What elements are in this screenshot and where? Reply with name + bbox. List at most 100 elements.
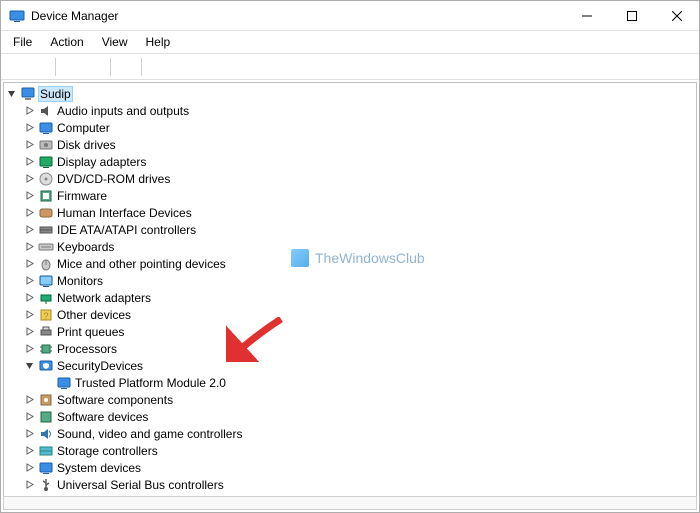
tree-node-label: Human Interface Devices [57, 206, 192, 220]
twisty-collapsed[interactable] [24, 445, 35, 456]
tree-node-label: Universal Serial Bus controllers [57, 478, 224, 492]
tree-node-label: SecurityDevices [57, 359, 143, 373]
tree-node[interactable]: Audio inputs and outputs [24, 102, 694, 119]
tree-node[interactable]: Software components [24, 391, 694, 408]
twisty-expanded[interactable] [6, 88, 17, 99]
toolbar-back[interactable] [5, 56, 27, 78]
twisty-collapsed[interactable] [24, 309, 35, 320]
other-icon: ? [38, 307, 54, 323]
toolbar-show-hide-tree[interactable] [60, 56, 82, 78]
ide-icon [38, 222, 54, 238]
tree-node-label: Storage controllers [57, 444, 158, 458]
menu-action[interactable]: Action [42, 33, 91, 51]
statusbar [3, 496, 697, 510]
app-icon [9, 8, 25, 24]
twisty-collapsed[interactable] [24, 326, 35, 337]
tree-node[interactable]: Universal Serial Bus controllers [24, 476, 694, 493]
tree-node[interactable]: Print queues [24, 323, 694, 340]
tree-node-label: Software devices [57, 410, 148, 424]
window-title: Device Manager [31, 9, 564, 23]
toolbar: ? [1, 54, 699, 80]
storage-icon [38, 443, 54, 459]
audio-icon [38, 103, 54, 119]
twisty-expanded[interactable] [24, 360, 35, 371]
tree-node[interactable]: Processors [24, 340, 694, 357]
tree-node[interactable]: ? Other devices [24, 306, 694, 323]
tree-node[interactable]: Network adapters [24, 289, 694, 306]
twisty-collapsed[interactable] [24, 462, 35, 473]
tree-node-label: System devices [57, 461, 141, 475]
tree-node[interactable]: Display adapters [24, 153, 694, 170]
system-icon [38, 460, 54, 476]
tree-node[interactable]: Mice and other pointing devices [24, 255, 694, 272]
cdrom-icon [38, 171, 54, 187]
toolbar-scan-hardware[interactable] [146, 56, 168, 78]
twisty-collapsed[interactable] [24, 105, 35, 116]
disk-icon [38, 137, 54, 153]
twisty-collapsed[interactable] [24, 479, 35, 490]
tree-node[interactable]: Storage controllers [24, 442, 694, 459]
tree-node-label: Other devices [57, 308, 131, 322]
twisty-collapsed[interactable] [24, 394, 35, 405]
twisty-collapsed[interactable] [24, 173, 35, 184]
tree-node[interactable]: Firmware [24, 187, 694, 204]
twisty-collapsed[interactable] [24, 241, 35, 252]
twisty-collapsed[interactable] [24, 122, 35, 133]
tree-node-label: Print queues [57, 325, 124, 339]
menu-file[interactable]: File [5, 33, 40, 51]
tree-node-label: Mice and other pointing devices [57, 257, 226, 271]
close-button[interactable] [654, 1, 699, 30]
tree-node[interactable]: Sudip [6, 85, 694, 102]
twisty-collapsed[interactable] [24, 139, 35, 150]
printer-icon [38, 324, 54, 340]
twisty-collapsed[interactable] [24, 292, 35, 303]
twisty-collapsed[interactable] [24, 156, 35, 167]
tree-node[interactable]: DVD/CD-ROM drives [24, 170, 694, 187]
tree-node-label: Firmware [57, 189, 107, 203]
tree-node[interactable]: System devices [24, 459, 694, 476]
tree-node[interactable]: Keyboards [24, 238, 694, 255]
tree-node-label: Sound, video and game controllers [57, 427, 242, 441]
toolbar-properties[interactable] [84, 56, 106, 78]
tree-node[interactable]: Monitors [24, 272, 694, 289]
twisty-collapsed[interactable] [24, 207, 35, 218]
svg-text:?: ? [43, 311, 48, 321]
processor-icon [38, 341, 54, 357]
tpm-icon [56, 375, 72, 391]
tree-node[interactable]: Trusted Platform Module 2.0 [42, 374, 694, 391]
mouse-icon [38, 256, 54, 272]
usb-icon [38, 477, 54, 493]
twisty-collapsed[interactable] [24, 428, 35, 439]
security-icon [38, 358, 54, 374]
toolbar-forward[interactable] [29, 56, 51, 78]
twisty-collapsed[interactable] [24, 411, 35, 422]
tree-node[interactable]: Sound, video and game controllers [24, 425, 694, 442]
toolbar-help[interactable]: ? [115, 56, 137, 78]
hid-icon [38, 205, 54, 221]
network-icon [38, 290, 54, 306]
minimize-button[interactable] [564, 1, 609, 30]
firmware-icon [38, 188, 54, 204]
tree-node-label: Monitors [57, 274, 103, 288]
tree-node[interactable]: Computer [24, 119, 694, 136]
tree-node[interactable]: SecurityDevices [24, 357, 694, 374]
maximize-button[interactable] [609, 1, 654, 30]
tree-node-label: Disk drives [57, 138, 116, 152]
tree-node-label: Computer [57, 121, 110, 135]
tree-node[interactable]: Human Interface Devices [24, 204, 694, 221]
twisty-collapsed[interactable] [24, 275, 35, 286]
menubar: File Action View Help [1, 31, 699, 54]
twisty-collapsed[interactable] [24, 258, 35, 269]
twisty-collapsed[interactable] [24, 190, 35, 201]
device-tree-panel[interactable]: SudipAudio inputs and outputs Computer Dis… [3, 82, 697, 497]
computer-icon [38, 120, 54, 136]
tree-node[interactable]: Disk drives [24, 136, 694, 153]
menu-view[interactable]: View [94, 33, 136, 51]
menu-help[interactable]: Help [138, 33, 179, 51]
twisty-collapsed[interactable] [24, 224, 35, 235]
tree-node[interactable]: IDE ATA/ATAPI controllers [24, 221, 694, 238]
tree-node[interactable]: Software devices [24, 408, 694, 425]
toolbar-add-legacy[interactable] [170, 56, 192, 78]
toolbar-sep [55, 58, 56, 76]
twisty-collapsed[interactable] [24, 343, 35, 354]
